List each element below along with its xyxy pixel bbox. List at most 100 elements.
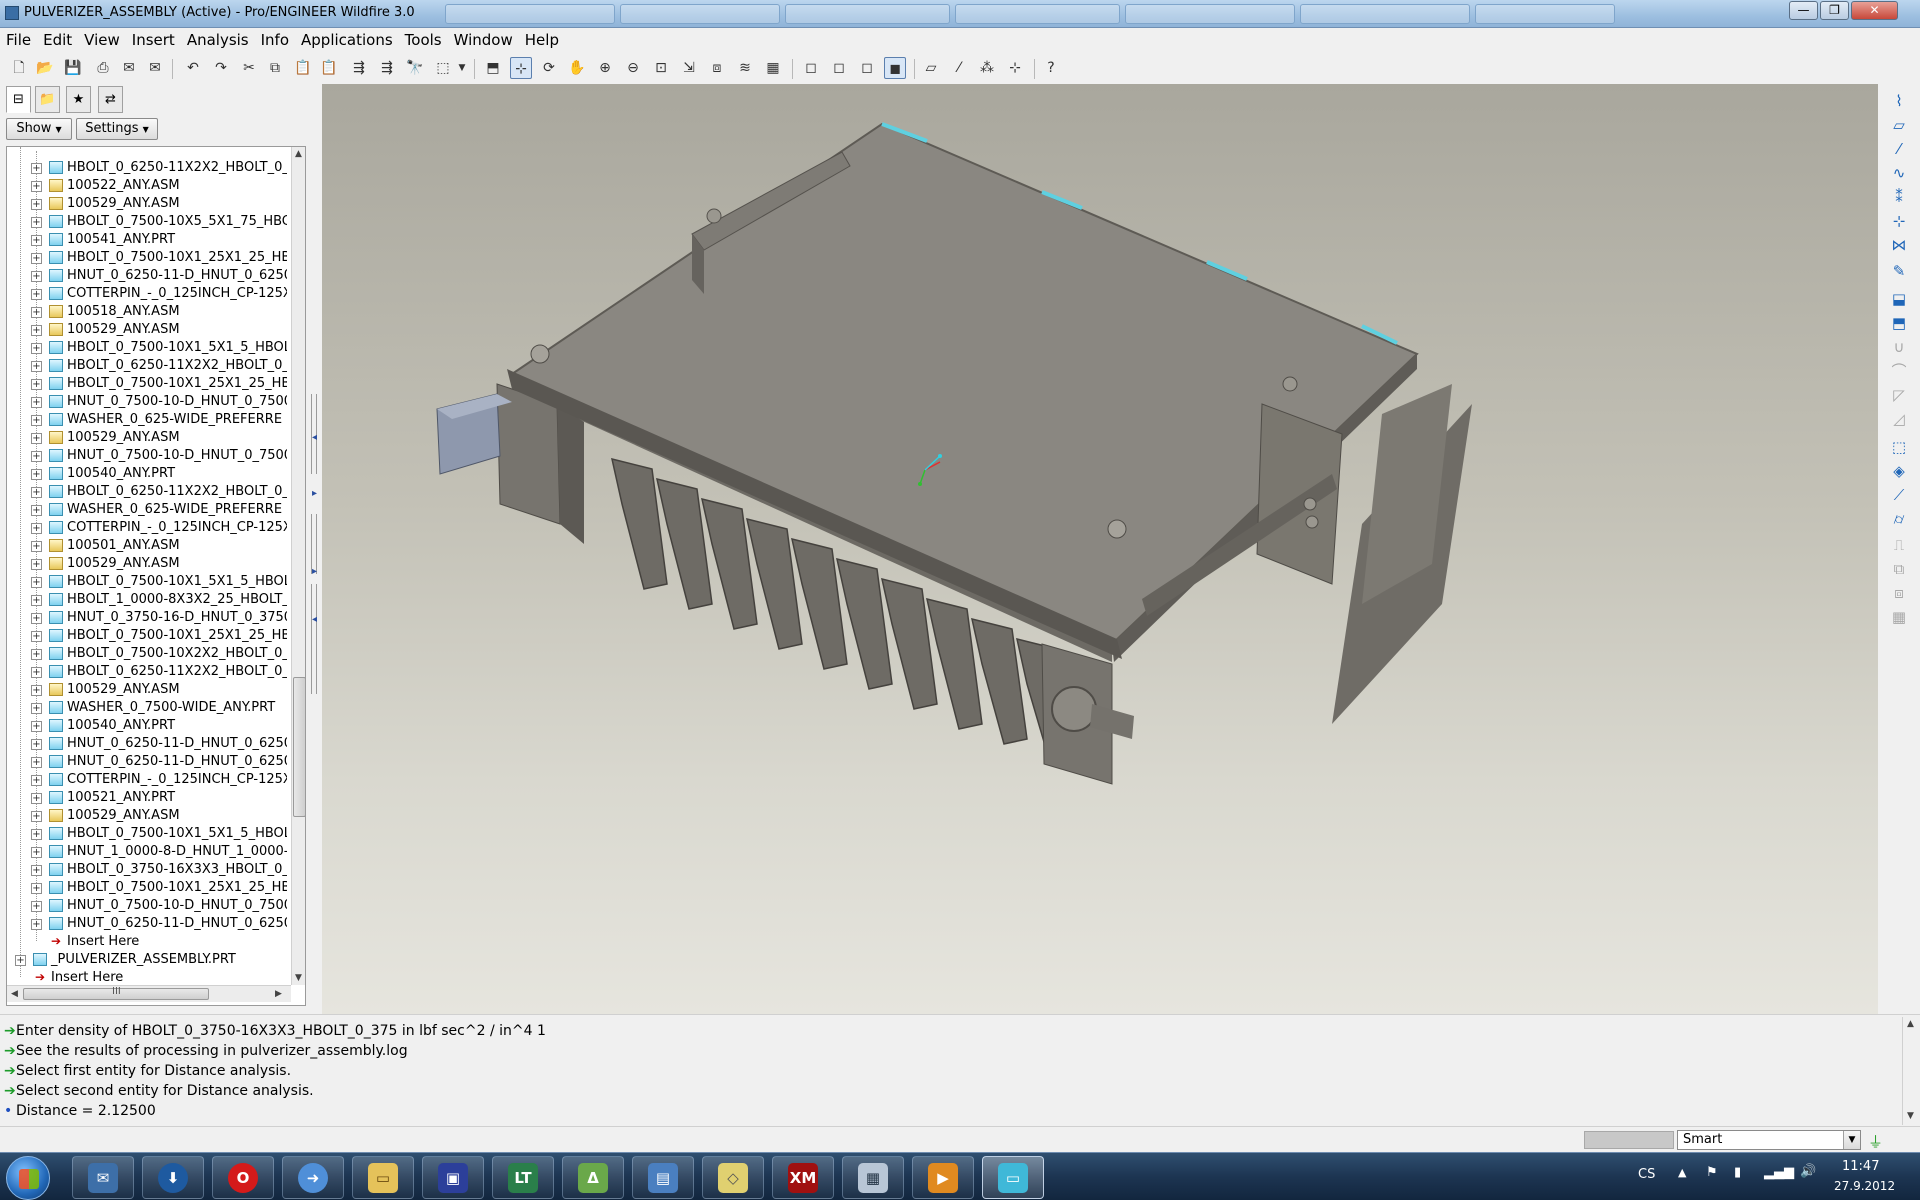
notes-taskbar-icon[interactable]: ◇ [702,1156,764,1199]
expand-icon[interactable]: + [31,181,42,192]
merge-icon[interactable]: ⧈ [1888,582,1910,604]
expand-icon[interactable]: + [31,289,42,300]
expand-icon[interactable]: + [31,865,42,876]
tree-item[interactable]: + HBOLT_0_7500-10X1_5X1_5_HBOLT [7,339,287,357]
collapse-right-icon[interactable]: ▸ [312,488,317,499]
tree-item[interactable]: +100518_ANY.ASM [7,303,287,321]
expand-icon[interactable]: + [31,271,42,282]
download-manager-taskbar-icon[interactable]: ⬇ [142,1156,204,1199]
menu-tools[interactable]: Tools [399,28,448,49]
tree-item[interactable]: + HBOLT_0_7500-10X1_25X1_25_HBC [7,375,287,393]
analysis-icon[interactable]: ⋈ [1888,234,1910,256]
datum-plane-icon[interactable]: ▱ [1888,114,1910,136]
expand-icon[interactable]: + [31,721,42,732]
expand-icon[interactable]: + [31,883,42,894]
menu-window[interactable]: Window [448,28,519,49]
tree-item[interactable]: + HNUT_0_6250-11-D_HNUT_0_6250- [7,267,287,285]
remote-desktop-taskbar-icon[interactable]: ▤ [632,1156,694,1199]
tree-item[interactable]: + HBOLT_0_6250-11X2X2_HBOLT_0_6 [7,483,287,501]
folder-browser-tab[interactable]: 📁 [35,86,60,113]
tree-item[interactable]: +100529_ANY.ASM [7,555,287,573]
coordinate-systems-icon[interactable]: ⊹ [1004,57,1026,79]
pan-icon[interactable]: ✋ [566,57,588,79]
mirror-icon[interactable]: ⧉ [1888,558,1910,580]
reorient-icon[interactable]: ⇲ [678,57,700,79]
insert-here-marker[interactable]: ➔ Insert Here [7,933,287,951]
datum-planes-icon[interactable]: ▱ [920,57,942,79]
tree-item[interactable]: +100521_ANY.PRT [7,789,287,807]
favorites-tab[interactable]: ★ [66,86,91,113]
save-disk-taskbar-icon[interactable]: ▣ [422,1156,484,1199]
menu-file[interactable]: File [0,28,37,49]
tree-item[interactable]: + HBOLT_0_7500-10X5_5X1_75_HBOL [7,213,287,231]
orient-icon[interactable]: ⟳ [538,57,560,79]
sweep-icon[interactable]: ⟋ [1888,484,1910,506]
tree-item[interactable]: + HBOLT_0_7500-10X1_5X1_5_HBOLT [7,825,287,843]
paste-special-icon[interactable]: 📋 [318,57,340,79]
save-icon[interactable]: 💾 [62,57,84,79]
tree-vertical-scrollbar[interactable]: ▲ ▼ [291,147,305,985]
assemble-icon[interactable]: ⬓ [1888,288,1910,310]
selection-filter-dropdown[interactable]: Smart ▼ [1677,1130,1861,1150]
expand-icon[interactable]: + [31,577,42,588]
datum-curve-icon[interactable]: ∿ [1888,162,1910,184]
expand-icon[interactable]: + [31,397,42,408]
chevron-down-icon[interactable]: ▼ [1843,1131,1860,1149]
tree-item[interactable]: + _PULVERIZER_ASSEMBLY.PRT [7,951,287,969]
sketch-icon[interactable]: ⌇ [1888,90,1910,112]
zoom-in-icon[interactable]: ⊕ [594,57,616,79]
tree-item[interactable]: + HBOLT_0_6250-11X2X2_HBOLT_0_6 [7,159,287,177]
layers-icon[interactable]: ≋ [734,57,756,79]
hidden-line-icon[interactable]: ◻ [828,57,850,79]
blend-icon[interactable]: ⌭ [1888,508,1910,530]
tree-item[interactable]: + COTTERPIN_-_0_125INCH_CP-125X [7,519,287,537]
expand-icon[interactable]: + [31,325,42,336]
view-manager-icon[interactable]: ▦ [762,57,784,79]
clock-time[interactable]: 11:47 [1842,1159,1879,1174]
expand-icon[interactable]: + [31,253,42,264]
tree-item[interactable]: +100529_ANY.ASM [7,681,287,699]
close-button[interactable]: ✕ [1851,1,1898,20]
expand-icon[interactable]: + [31,523,42,534]
minimize-button[interactable]: — [1789,1,1818,20]
calculator-taskbar-icon[interactable]: ▦ [842,1156,904,1199]
maximize-button[interactable]: ❐ [1820,1,1849,20]
collapse-left-icon[interactable]: ◂ [312,614,317,625]
tree-item[interactable]: + WASHER_0_625-WIDE_PREFERRE [7,411,287,429]
zoom-out-icon[interactable]: ⊖ [622,57,644,79]
scroll-up-icon[interactable]: ▲ [1907,1019,1914,1029]
hole-icon[interactable]: ∪ [1888,336,1910,358]
tree-item[interactable]: + HNUT_0_7500-10-D_HNUT_0_7500- [7,447,287,465]
show-dropdown[interactable]: Show ▼ [6,118,72,140]
tree-item[interactable]: + HBOLT_0_7500-10X1_25X1_25_HBC [7,249,287,267]
volume-icon[interactable]: 🔊 [1800,1164,1816,1179]
scroll-up-icon[interactable]: ▲ [295,149,302,159]
scroll-down-icon[interactable]: ▼ [295,973,302,983]
expand-icon[interactable]: + [31,919,42,930]
expand-icon[interactable]: + [31,469,42,480]
spin-center-icon[interactable]: ⊹ [510,57,532,79]
chevron-down-icon[interactable]: ▼ [456,57,468,79]
power-icon[interactable]: ▮ [1734,1165,1741,1180]
expand-icon[interactable]: + [31,433,42,444]
tree-item[interactable]: + HBOLT_1_0000-8X3X2_25_HBOLT_ [7,591,287,609]
expand-icon[interactable]: + [31,613,42,624]
expand-icon[interactable]: + [31,217,42,228]
regenerate-manager-icon[interactable]: ⇶ [376,57,398,79]
print-icon[interactable]: ⎙ [92,57,114,79]
context-help-icon[interactable]: ? [1040,57,1062,79]
wireframe-icon[interactable]: ◻ [800,57,822,79]
expand-icon[interactable]: + [31,451,42,462]
repaint-icon[interactable]: ⬒ [482,57,504,79]
tree-item[interactable]: + COTTERPIN_-_0_125INCH_CP-125X [7,771,287,789]
expand-icon[interactable]: + [31,541,42,552]
expand-icon[interactable]: + [31,703,42,714]
autocad-lt-taskbar-icon[interactable]: LT [492,1156,554,1199]
tree-item[interactable]: + WASHER_0_625-WIDE_PREFERRE [7,501,287,519]
expand-icon[interactable]: + [31,739,42,750]
scroll-down-icon[interactable]: ▼ [1907,1111,1914,1121]
design-app-taskbar-icon[interactable]: Δ [562,1156,624,1199]
tree-item[interactable]: +100529_ANY.ASM [7,195,287,213]
skype-taskbar-icon[interactable]: ➜ [282,1156,344,1199]
datum-axes-icon[interactable]: ⁄ [948,57,970,79]
